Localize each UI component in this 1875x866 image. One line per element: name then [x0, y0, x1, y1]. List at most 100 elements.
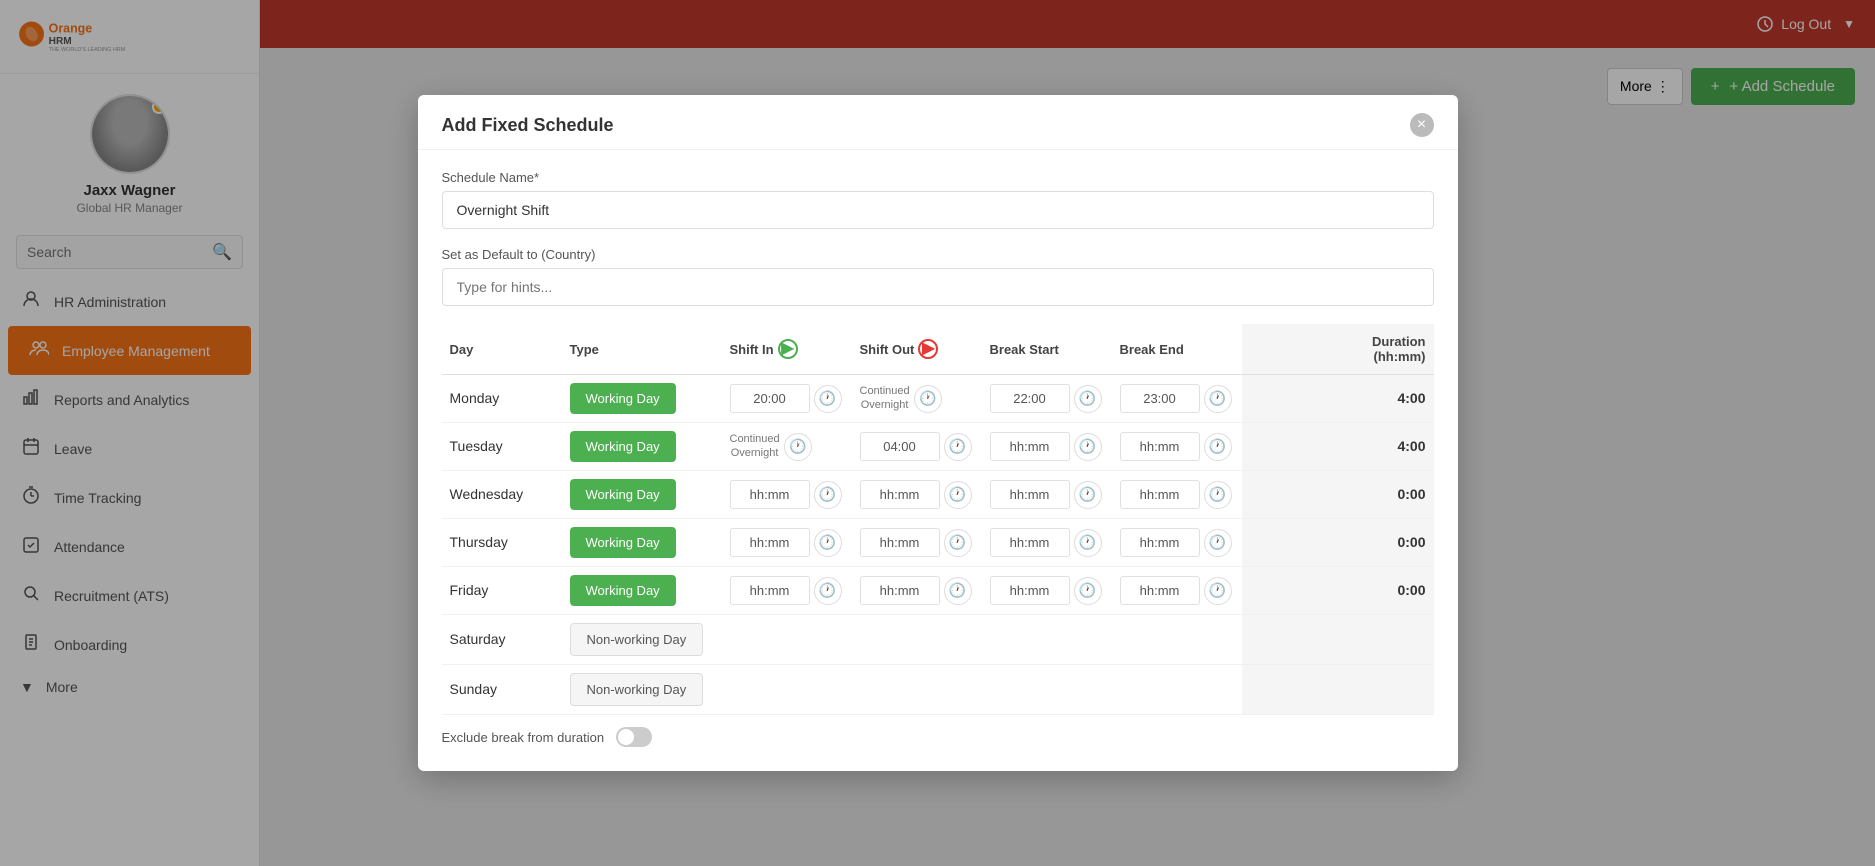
break-end-input[interactable] — [1120, 432, 1200, 461]
country-group: Set as Default to (Country) — [442, 247, 1434, 306]
day-label: Saturday — [450, 631, 506, 647]
break-start-clock-button[interactable]: 🕐 — [1074, 481, 1102, 509]
break-start-input[interactable] — [990, 384, 1070, 413]
table-row: Sunday Non-working Day — [442, 665, 1434, 715]
schedule-name-label: Schedule Name* — [442, 170, 1434, 185]
shift-out-input[interactable] — [860, 480, 940, 509]
exclude-break-label: Exclude break from duration — [442, 730, 605, 745]
type-button[interactable]: Working Day — [570, 431, 676, 462]
break-start-clock-button[interactable]: 🕐 — [1074, 529, 1102, 557]
duration-value: 0:00 — [1397, 486, 1425, 502]
type-button[interactable]: Working Day — [570, 527, 676, 558]
type-button[interactable]: Non-working Day — [570, 623, 704, 656]
shift-in-value: ContinuedOvernight — [730, 433, 780, 459]
shift-in-clock-button[interactable]: 🕐 — [814, 529, 842, 557]
empty-cell — [982, 615, 1112, 665]
type-button[interactable]: Working Day — [570, 383, 676, 414]
modal-title: Add Fixed Schedule — [442, 115, 614, 136]
shift-in-clock-button[interactable]: 🕐 — [814, 577, 842, 605]
break-end-input[interactable] — [1120, 528, 1200, 557]
break-end-clock-button[interactable]: 🕐 — [1204, 433, 1232, 461]
shift-in-input[interactable] — [730, 528, 810, 557]
empty-cell — [722, 665, 852, 715]
break-end-input[interactable] — [1120, 384, 1200, 413]
empty-cell — [722, 615, 852, 665]
empty-cell — [1112, 615, 1242, 665]
shift-out-clock-button[interactable]: 🕐 — [944, 481, 972, 509]
break-end-clock-button[interactable]: 🕐 — [1204, 385, 1232, 413]
table-row: TuesdayWorking DayContinuedOvernight🕐🕐🕐🕐… — [442, 423, 1434, 471]
day-label: Friday — [450, 582, 489, 598]
empty-cell — [982, 665, 1112, 715]
break-start-input[interactable] — [990, 432, 1070, 461]
shift-in-input[interactable] — [730, 576, 810, 605]
exclude-break-row: Exclude break from duration — [442, 715, 1434, 751]
shift-out-input[interactable] — [860, 432, 940, 461]
break-end-clock-button[interactable]: 🕐 — [1204, 529, 1232, 557]
break-start-clock-button[interactable]: 🕐 — [1074, 433, 1102, 461]
shift-in-clock-button[interactable]: 🕐 — [814, 385, 842, 413]
break-start-input[interactable] — [990, 528, 1070, 557]
day-label: Sunday — [450, 681, 497, 697]
add-fixed-schedule-modal: Add Fixed Schedule × Schedule Name* Set … — [418, 95, 1458, 771]
empty-cell — [1242, 665, 1434, 715]
type-button[interactable]: Non-working Day — [570, 673, 704, 706]
empty-cell — [1242, 615, 1434, 665]
break-start-clock-button[interactable]: 🕐 — [1074, 385, 1102, 413]
table-row: Wednesday Working Day 🕐 🕐 🕐 🕐 0:00 — [442, 471, 1434, 519]
shift-out-input[interactable] — [860, 576, 940, 605]
break-end-input[interactable] — [1120, 480, 1200, 509]
break-end-clock-button[interactable]: 🕐 — [1204, 481, 1232, 509]
duration-value: 0:00 — [1397, 582, 1425, 598]
modal-header: Add Fixed Schedule × — [418, 95, 1458, 150]
empty-cell — [1112, 665, 1242, 715]
modal-close-button[interactable]: × — [1410, 113, 1434, 137]
day-label: Wednesday — [450, 486, 524, 502]
duration-value: 0:00 — [1397, 534, 1425, 550]
shift-out-clock-button[interactable]: 🕐 — [944, 529, 972, 557]
country-label: Set as Default to (Country) — [442, 247, 1434, 262]
table-row: Thursday Working Day 🕐 🕐 🕐 🕐 0:00 — [442, 519, 1434, 567]
break-start-clock-button[interactable]: 🕐 — [1074, 577, 1102, 605]
modal-body: Schedule Name* Set as Default to (Countr… — [418, 150, 1458, 771]
table-row: MondayWorking Day🕐ContinuedOvernight🕐🕐🕐4… — [442, 375, 1434, 423]
day-label: Monday — [450, 390, 500, 406]
th-shift-out: Shift Out ▶ — [852, 324, 982, 375]
shift-out-input[interactable] — [860, 528, 940, 557]
schedule-table: Day Type Shift In ▶ Shift Out ▶ — [442, 324, 1434, 715]
country-input[interactable] — [442, 268, 1434, 306]
shift-out-clock-button[interactable]: 🕐 — [914, 385, 942, 413]
th-break-end: Break End — [1112, 324, 1242, 375]
toggle-knob — [618, 729, 634, 745]
shift-in-icon: ▶ — [778, 339, 798, 359]
break-end-input[interactable] — [1120, 576, 1200, 605]
table-row: Friday Working Day 🕐 🕐 🕐 🕐 0:00 — [442, 567, 1434, 615]
shift-in-input[interactable] — [730, 384, 810, 413]
th-type: Type — [562, 324, 722, 375]
table-row: Saturday Non-working Day — [442, 615, 1434, 665]
schedule-name-group: Schedule Name* — [442, 170, 1434, 229]
shift-in-clock-button[interactable]: 🕐 — [784, 433, 812, 461]
shift-out-clock-button[interactable]: 🕐 — [944, 577, 972, 605]
shift-out-icon: ▶ — [918, 339, 938, 359]
th-shift-in: Shift In ▶ — [722, 324, 852, 375]
schedule-name-input[interactable] — [442, 191, 1434, 229]
type-button[interactable]: Working Day — [570, 575, 676, 606]
shift-in-input[interactable] — [730, 480, 810, 509]
day-label: Thursday — [450, 534, 508, 550]
day-label: Tuesday — [450, 438, 503, 454]
shift-in-clock-button[interactable]: 🕐 — [814, 481, 842, 509]
empty-cell — [852, 665, 982, 715]
break-start-input[interactable] — [990, 576, 1070, 605]
th-break-start: Break Start — [982, 324, 1112, 375]
shift-out-value: ContinuedOvernight — [860, 385, 910, 411]
empty-cell — [852, 615, 982, 665]
exclude-break-toggle[interactable] — [616, 727, 652, 747]
modal-overlay: Add Fixed Schedule × Schedule Name* Set … — [0, 0, 1875, 866]
break-start-input[interactable] — [990, 480, 1070, 509]
th-day: Day — [442, 324, 562, 375]
duration-value: 4:00 — [1397, 390, 1425, 406]
type-button[interactable]: Working Day — [570, 479, 676, 510]
shift-out-clock-button[interactable]: 🕐 — [944, 433, 972, 461]
break-end-clock-button[interactable]: 🕐 — [1204, 577, 1232, 605]
